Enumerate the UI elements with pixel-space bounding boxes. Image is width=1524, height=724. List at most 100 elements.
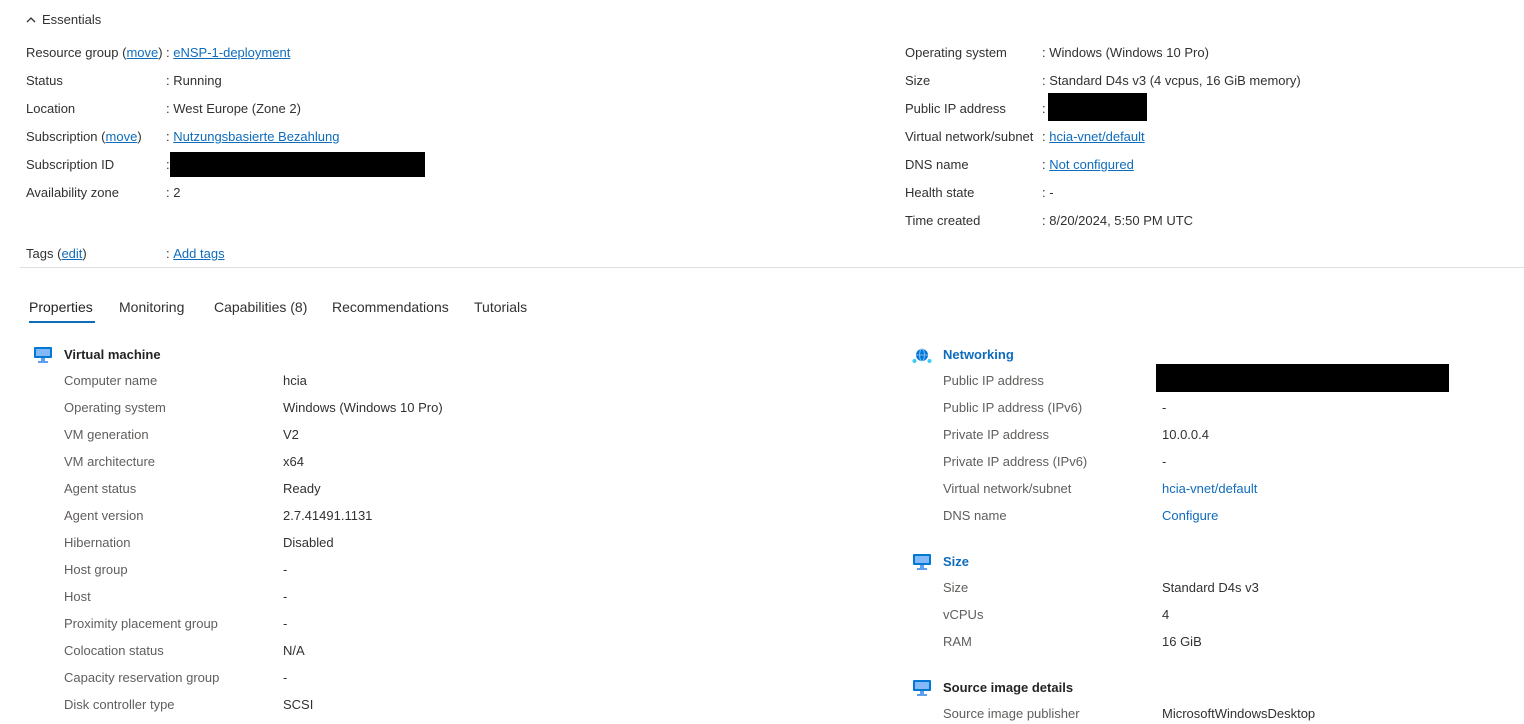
source-image-publisher-label: Source image publisher bbox=[943, 706, 1080, 721]
vm-host-group-value: - bbox=[283, 562, 288, 577]
essentials-vnet-value: : hcia-vnet/default bbox=[1042, 129, 1145, 144]
essentials-os-value: : Windows (Windows 10 Pro) bbox=[1042, 45, 1209, 60]
vm-generation-label: VM generation bbox=[64, 427, 149, 442]
size-vcpus-label: vCPUs bbox=[943, 607, 984, 622]
net-public-ip-label: Public IP address bbox=[943, 373, 1044, 388]
add-tags-link[interactable]: Add tags bbox=[173, 246, 224, 261]
essentials-availability-zone-value: : 2 bbox=[166, 185, 181, 200]
vm-agent-status-value: Ready bbox=[283, 481, 321, 496]
net-public-ipv6-label: Public IP address (IPv6) bbox=[943, 400, 1083, 415]
essentials-public-ip-label: Public IP address bbox=[905, 101, 1006, 116]
essentials-subscription-value: : Nutzungsbasierte Bezahlung bbox=[166, 129, 340, 144]
size-vcpus-value: 4 bbox=[1162, 607, 1170, 622]
dns-name-link[interactable]: Not configured bbox=[1049, 157, 1134, 172]
redacted-subscription-id bbox=[170, 152, 425, 177]
essentials-title: Essentials bbox=[42, 12, 102, 27]
essentials-location-value: : West Europe (Zone 2) bbox=[166, 101, 301, 116]
redacted-public-ip bbox=[1048, 93, 1147, 121]
net-private-ipv6-value: - bbox=[1162, 454, 1167, 469]
resource-group-link[interactable]: eNSP-1-deployment bbox=[173, 45, 290, 60]
net-private-ip-label: Private IP address bbox=[943, 427, 1049, 442]
net-private-ipv6-label: Private IP address (IPv6) bbox=[943, 454, 1088, 469]
tab-capabilities[interactable]: Capabilities (8) bbox=[214, 299, 307, 315]
size-size-value: Standard D4s v3 bbox=[1162, 580, 1259, 595]
vm-proximity-value: - bbox=[283, 616, 288, 631]
essentials-availability-zone-label: Availability zone bbox=[26, 185, 119, 200]
monitor-icon bbox=[913, 554, 931, 570]
vm-agent-version-value: 2.7.41491.1131 bbox=[283, 508, 373, 523]
vm-architecture-label: VM architecture bbox=[64, 454, 156, 469]
vm-section-title: Virtual machine bbox=[64, 347, 161, 362]
essentials-size-label: Size bbox=[905, 73, 931, 88]
essentials-subscription-id-label: Subscription ID bbox=[26, 157, 115, 172]
tab-monitoring[interactable]: Monitoring bbox=[119, 299, 184, 315]
tab-tutorials[interactable]: Tutorials bbox=[474, 299, 527, 315]
networking-section-title[interactable]: Networking bbox=[943, 347, 1014, 362]
vm-os-label: Operating system bbox=[64, 400, 166, 415]
essentials-time-created-value: : 8/20/2024, 5:50 PM UTC bbox=[1042, 213, 1194, 228]
vm-host-label: Host bbox=[64, 589, 91, 604]
net-dns-label: DNS name bbox=[943, 508, 1007, 523]
essentials-time-created-label: Time created bbox=[905, 213, 981, 228]
vm-colocation-label: Colocation status bbox=[64, 643, 164, 658]
vm-host-group-label: Host group bbox=[64, 562, 128, 577]
vm-proximity-label: Proximity placement group bbox=[64, 616, 218, 631]
essentials-os-label: Operating system bbox=[905, 45, 1007, 60]
tab-properties[interactable]: Properties bbox=[29, 299, 93, 315]
redacted-networking-public-ip bbox=[1156, 364, 1449, 392]
active-tab-indicator bbox=[29, 321, 95, 323]
tags-value: : Add tags bbox=[166, 246, 225, 261]
move-subscription-link[interactable]: move bbox=[106, 129, 138, 144]
vm-generation-value: V2 bbox=[283, 427, 299, 442]
tags-label: Tags (edit) bbox=[26, 246, 87, 261]
move-resource-group-link[interactable]: move bbox=[126, 45, 158, 60]
essentials-size-value: : Standard D4s v3 (4 vcpus, 16 GiB memor… bbox=[1042, 73, 1301, 88]
net-vnet-label: Virtual network/subnet bbox=[943, 481, 1072, 496]
vm-capacity-label: Capacity reservation group bbox=[64, 670, 220, 685]
essentials-location-label: Location bbox=[26, 101, 76, 116]
size-ram-value: 16 GiB bbox=[1162, 634, 1202, 649]
essentials-dns-label: DNS name bbox=[905, 157, 969, 172]
size-ram-label: RAM bbox=[943, 634, 972, 649]
essentials-vnet-label: Virtual network/subnet bbox=[905, 129, 1034, 144]
source-image-publisher-value: MicrosoftWindowsDesktop bbox=[1162, 706, 1316, 721]
net-vnet-link[interactable]: hcia-vnet/default bbox=[1162, 481, 1257, 496]
size-size-label: Size bbox=[943, 580, 969, 595]
essentials-toggle[interactable]: Essentials bbox=[26, 12, 101, 27]
net-dns-configure-link[interactable]: Configure bbox=[1162, 508, 1218, 523]
net-public-ipv6-value: - bbox=[1162, 400, 1167, 415]
tab-recommendations[interactable]: Recommendations bbox=[332, 299, 449, 315]
essentials-subscription-label: Subscription (move) bbox=[26, 129, 142, 144]
edit-tags-link[interactable]: edit bbox=[61, 246, 82, 261]
source-image-section-title: Source image details bbox=[943, 680, 1074, 695]
essentials-health-label: Health state bbox=[905, 185, 975, 200]
net-private-ip-value: 10.0.0.4 bbox=[1162, 427, 1209, 442]
essentials-health-value: : - bbox=[1042, 185, 1054, 200]
chevron-up-icon bbox=[26, 16, 36, 22]
vm-colocation-value: N/A bbox=[283, 643, 305, 658]
essentials-status-value: : Running bbox=[166, 73, 222, 88]
network-globe-icon bbox=[912, 348, 932, 363]
essentials-status-label: Status bbox=[26, 73, 63, 88]
essentials-dns-value: : Not configured bbox=[1042, 157, 1134, 172]
vm-architecture-value: x64 bbox=[283, 454, 304, 469]
essentials-resource-group-value: : eNSP-1-deployment bbox=[166, 45, 291, 60]
vm-agent-version-label: Agent version bbox=[64, 508, 144, 523]
vm-os-value: Windows (Windows 10 Pro) bbox=[283, 400, 443, 415]
essentials-public-ip-value: : bbox=[1042, 101, 1046, 116]
vm-agent-status-label: Agent status bbox=[64, 481, 137, 496]
subscription-link[interactable]: Nutzungsbasierte Bezahlung bbox=[173, 129, 339, 144]
essentials-resource-group-label: Resource group (move) bbox=[26, 45, 163, 60]
vm-disk-controller-value: SCSI bbox=[283, 697, 314, 712]
size-section-title[interactable]: Size bbox=[943, 554, 969, 569]
essentials-divider bbox=[20, 267, 1524, 268]
vm-capacity-value: - bbox=[283, 670, 288, 685]
vm-host-value: - bbox=[283, 589, 288, 604]
vnet-subnet-link[interactable]: hcia-vnet/default bbox=[1049, 129, 1144, 144]
vm-hibernation-label: Hibernation bbox=[64, 535, 131, 550]
vm-computer-name-label: Computer name bbox=[64, 373, 158, 388]
vm-disk-controller-label: Disk controller type bbox=[64, 697, 175, 712]
vm-computer-name-value: hcia bbox=[283, 373, 307, 388]
monitor-icon bbox=[913, 680, 931, 696]
vm-hibernation-value: Disabled bbox=[283, 535, 334, 550]
